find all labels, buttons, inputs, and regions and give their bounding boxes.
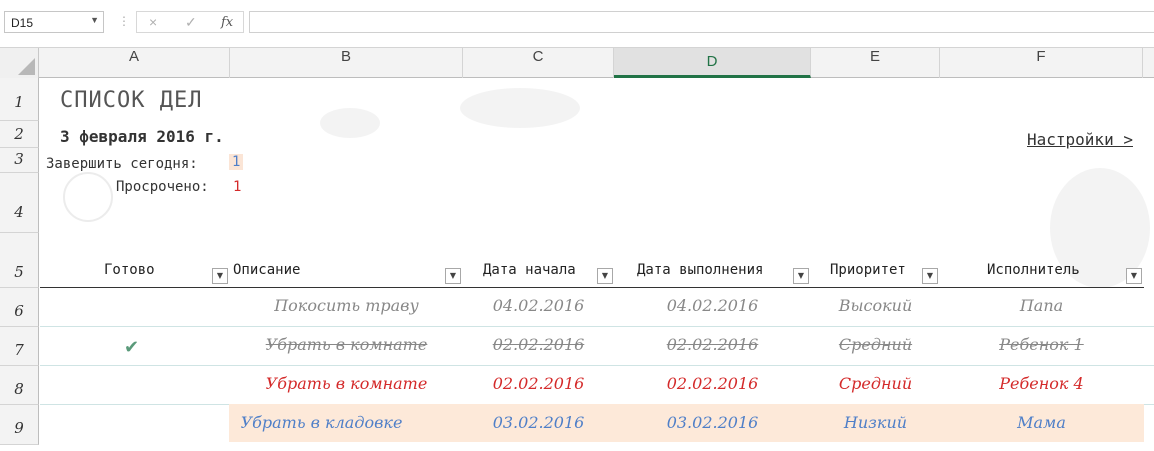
- cell-due-date[interactable]: 03.02.2016: [614, 413, 811, 432]
- formula-buttons: × ✓ fx: [136, 11, 244, 33]
- cell-assignee[interactable]: Мама: [940, 413, 1143, 432]
- chevron-down-icon[interactable]: ▼: [90, 15, 99, 25]
- row-header-6[interactable]: 6: [0, 288, 39, 327]
- cell-priority[interactable]: Средний: [811, 335, 940, 354]
- cell-start-date[interactable]: 04.02.2016: [463, 296, 614, 315]
- column-header-c[interactable]: C: [463, 48, 614, 78]
- cell-due-date[interactable]: 02.02.2016: [614, 374, 811, 393]
- name-box[interactable]: D15 ▼: [4, 11, 104, 33]
- cell-description[interactable]: Убрать в комнате: [230, 335, 463, 354]
- cell-start-date[interactable]: 03.02.2016: [463, 413, 614, 432]
- cell-start-date[interactable]: 02.02.2016: [463, 374, 614, 393]
- cell-priority[interactable]: Средний: [811, 374, 940, 393]
- row-header-9[interactable]: 9: [0, 405, 39, 445]
- row-header-8[interactable]: 8: [0, 366, 39, 405]
- row-header-4[interactable]: 4: [0, 173, 39, 233]
- filter-dropdown-icon[interactable]: ▼: [793, 268, 809, 284]
- column-header-b[interactable]: B: [230, 48, 463, 78]
- cell-priority[interactable]: Высокий: [811, 296, 940, 315]
- formula-input[interactable]: [249, 11, 1154, 33]
- cell-due-date[interactable]: 04.02.2016: [614, 296, 811, 315]
- due-today-label: Завершить сегодня:: [46, 156, 198, 172]
- cell-description[interactable]: Покосить траву: [230, 296, 463, 315]
- header-underline: [40, 287, 1144, 288]
- insert-function-icon[interactable]: fx: [221, 15, 233, 30]
- select-all-button[interactable]: [0, 48, 39, 78]
- drag-handle-icon[interactable]: ⋮: [118, 14, 130, 28]
- header-start-date: Дата начала: [483, 262, 576, 278]
- row-divider: [40, 326, 1154, 327]
- row-header-5[interactable]: 5: [0, 233, 39, 288]
- column-header-a[interactable]: A: [39, 48, 230, 78]
- row-header-1[interactable]: 1: [0, 78, 39, 121]
- enter-icon[interactable]: ✓: [185, 14, 197, 31]
- cell-due-date[interactable]: 02.02.2016: [614, 335, 811, 354]
- row-header-3[interactable]: 3: [0, 148, 39, 173]
- cell-assignee[interactable]: Ребенок 1: [940, 335, 1143, 354]
- column-header-e[interactable]: E: [811, 48, 940, 78]
- checkmark-icon[interactable]: ✔: [124, 337, 139, 358]
- select-all-icon: [18, 58, 35, 75]
- background-texture: [320, 108, 380, 138]
- cell-start-date[interactable]: 02.02.2016: [463, 335, 614, 354]
- due-today-value[interactable]: 1: [229, 154, 244, 170]
- header-priority: Приоритет: [830, 262, 906, 278]
- filter-dropdown-icon[interactable]: ▼: [922, 268, 938, 284]
- header-assignee: Исполнитель: [987, 262, 1080, 278]
- cell-assignee[interactable]: Ребенок 4: [940, 374, 1143, 393]
- name-box-value: D15: [11, 16, 34, 30]
- header-done: Готово: [104, 262, 155, 278]
- row-header-7[interactable]: 7: [0, 327, 39, 366]
- decorative-circle: [63, 172, 113, 222]
- column-header-d[interactable]: D: [614, 48, 811, 78]
- column-header-f[interactable]: F: [940, 48, 1143, 78]
- column-headers: A B C D E F: [0, 47, 1154, 78]
- cell-description[interactable]: Убрать в комнате: [230, 374, 463, 393]
- formula-bar: D15 ▼ ⋮ × ✓ fx: [0, 0, 1154, 47]
- header-due-date: Дата выполнения: [637, 262, 764, 278]
- overdue-label: Просрочено:: [116, 179, 209, 195]
- filter-dropdown-icon[interactable]: ▼: [1126, 268, 1142, 284]
- cancel-icon[interactable]: ×: [149, 14, 157, 30]
- background-texture: [460, 88, 580, 128]
- cell-description[interactable]: Убрать в кладовке: [230, 413, 413, 432]
- filter-dropdown-icon[interactable]: ▼: [597, 268, 613, 284]
- filter-sort-icon[interactable]: ▼: [212, 268, 228, 284]
- row-divider: [40, 365, 1154, 366]
- cell-assignee[interactable]: Папа: [940, 296, 1143, 315]
- page-title: СПИСОК ДЕЛ: [60, 88, 203, 113]
- filter-dropdown-icon[interactable]: ▼: [445, 268, 461, 284]
- current-date: 3 февраля 2016 г.: [60, 127, 224, 146]
- overdue-value[interactable]: 1: [233, 179, 241, 195]
- settings-link[interactable]: Настройки >: [1027, 130, 1133, 149]
- header-description: Описание: [233, 262, 301, 278]
- cell-priority[interactable]: Низкий: [811, 413, 940, 432]
- row-header-2[interactable]: 2: [0, 121, 39, 148]
